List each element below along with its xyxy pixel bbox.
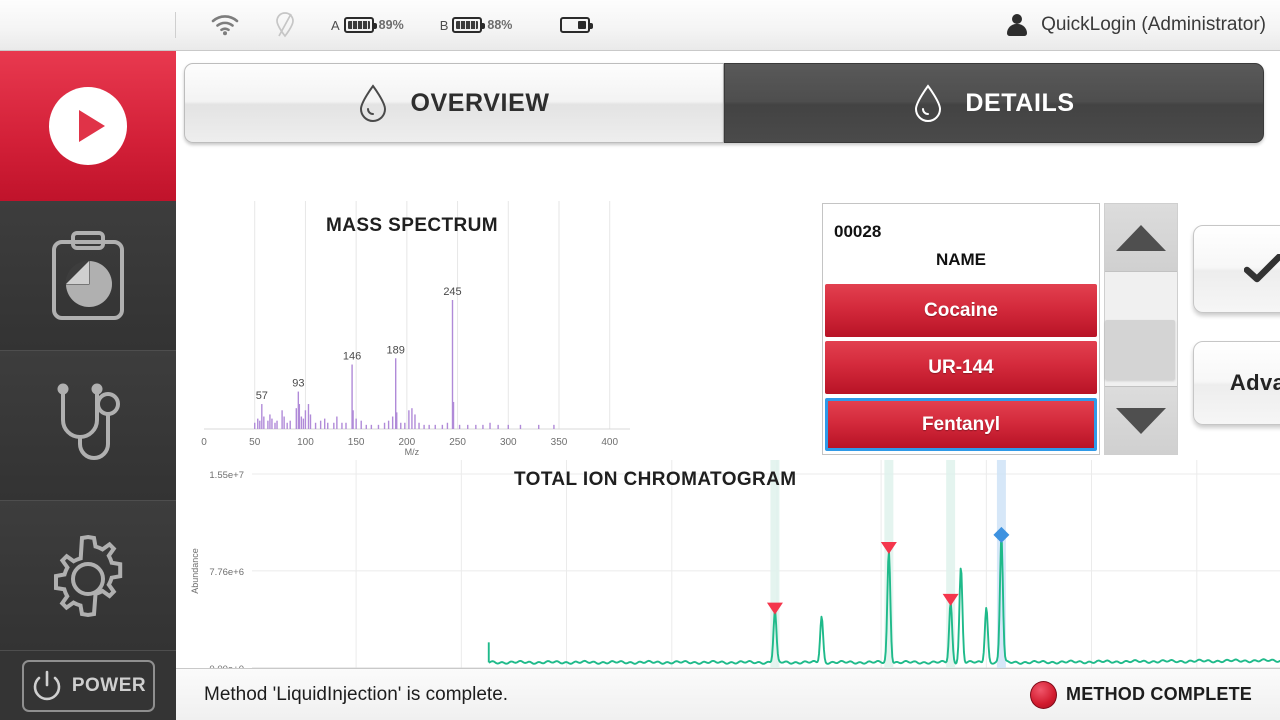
- compound-list-panel: 00028 NAME Cocaine UR-144 Fentanyl: [822, 203, 1100, 455]
- tab-overview[interactable]: OVERVIEW: [184, 63, 724, 143]
- wifi-icon: [211, 15, 239, 36]
- svg-text:150: 150: [348, 437, 365, 448]
- mass-spectrum-chart: MASS SPECTRUM 0 50 100 150 200 250 300 350 400 M/…: [184, 201, 640, 457]
- tab-bar: OVERVIEW DETAILS: [184, 63, 1264, 143]
- gear-icon: [54, 534, 123, 617]
- battery-icon: [560, 17, 594, 33]
- scrollbar-track[interactable]: [1105, 272, 1177, 386]
- sidebar-item-results[interactable]: [0, 201, 176, 351]
- svg-text:50: 50: [249, 437, 261, 448]
- power-icon: [33, 670, 61, 700]
- compound-row[interactable]: Fentanyl: [825, 398, 1097, 451]
- svg-text:57: 57: [256, 390, 268, 402]
- svg-text:0: 0: [201, 437, 207, 448]
- advanced-view-button[interactable]: Advanced View: [1193, 341, 1280, 425]
- svg-text:300: 300: [500, 437, 517, 448]
- location-status: [275, 12, 295, 38]
- svg-text:93: 93: [292, 378, 304, 390]
- svg-text:189: 189: [387, 344, 405, 356]
- svg-text:250: 250: [449, 437, 466, 448]
- compound-row[interactable]: Cocaine: [825, 284, 1097, 337]
- battery-a-letter: A: [331, 17, 340, 33]
- mass-spectrum-plot: 0 50 100 150 200 250 300 350 400M/z5793146189245: [201, 201, 630, 457]
- sample-id: 00028: [834, 222, 882, 241]
- power-label: POWER: [71, 674, 147, 696]
- user-label: QuickLogin (Administrator): [1041, 14, 1266, 35]
- battery-b-status: B 88%: [439, 17, 513, 33]
- battery-a-status: A 89%: [331, 17, 404, 33]
- compound-name: Fentanyl: [921, 413, 1001, 435]
- mass-spectrum-title: MASS SPECTRUM: [326, 215, 498, 236]
- checkmark-icon: [1243, 254, 1280, 283]
- triangle-down-icon: [1116, 407, 1166, 434]
- svg-text:146: 146: [343, 351, 361, 363]
- svg-text:400: 400: [601, 437, 618, 448]
- sidebar-item-power[interactable]: POWER: [0, 651, 176, 720]
- compound-list-rows: Cocaine UR-144 Fentanyl: [823, 284, 1099, 453]
- battery-a-icon: [343, 17, 377, 33]
- compound-list-scrollbar[interactable]: [1104, 203, 1178, 455]
- sidebar-item-settings[interactable]: [0, 501, 176, 651]
- wifi-status: [211, 14, 239, 36]
- compound-name: Cocaine: [924, 299, 998, 321]
- sidebar-item-run[interactable]: [0, 51, 176, 201]
- left-sidebar: POWER: [0, 51, 176, 720]
- droplet-icon: [915, 84, 942, 122]
- tab-overview-label: OVERVIEW: [410, 88, 550, 117]
- location-pin-icon: [276, 12, 294, 38]
- status-badge: METHOD COMPLETE: [1066, 684, 1252, 704]
- svg-text:M/z: M/z: [405, 447, 420, 456]
- stethoscope-icon: [57, 383, 120, 460]
- triangle-up-icon: [1116, 224, 1166, 251]
- battery-b-percent: 88%: [487, 18, 513, 32]
- battery-b-letter: B: [439, 17, 449, 33]
- battery-a-percent: 89%: [378, 18, 404, 32]
- method-status: METHOD COMPLETE: [1030, 680, 1252, 709]
- external-battery-status: [560, 17, 594, 33]
- main-content: OVERVIEW DETAILS MASS SPECTRUM 0 50 100 150…: [176, 51, 1280, 720]
- svg-text:100: 100: [297, 437, 314, 448]
- back-button[interactable]: BACK: [1193, 225, 1280, 313]
- svg-text:7.76e+6: 7.76e+6: [209, 567, 244, 578]
- advanced-view-label: Advanced View: [1229, 370, 1280, 395]
- user-icon: [1007, 14, 1028, 36]
- svg-text:350: 350: [551, 437, 568, 448]
- tab-details[interactable]: DETAILS: [724, 63, 1264, 143]
- compound-list-header: NAME: [935, 250, 987, 269]
- compound-name: UR-144: [928, 356, 994, 378]
- clipboard-pie-chart-icon: [52, 230, 124, 320]
- scrollbar-thumb[interactable]: [1105, 320, 1175, 380]
- battery-b-icon: [452, 17, 486, 33]
- bottom-status-bar: Method 'LiquidInjection' is complete. ME…: [176, 668, 1280, 720]
- play-icon: [49, 87, 127, 165]
- user-status[interactable]: QuickLogin (Administrator): [1007, 14, 1280, 36]
- status-message: Method 'LiquidInjection' is complete.: [204, 683, 509, 705]
- sidebar-item-diagnostics[interactable]: [0, 351, 176, 501]
- svg-text:245: 245: [443, 286, 461, 298]
- status-indicator-icon: [1030, 680, 1057, 709]
- status-divider: [175, 12, 176, 38]
- svg-text:1.55e+7: 1.55e+7: [209, 470, 244, 481]
- droplet-icon: [360, 84, 387, 122]
- top-status-bar: A 89% B 88% QuickLogin (Administrator): [0, 0, 1280, 51]
- tic-title: TOTAL ION CHROMATOGRAM: [514, 469, 797, 490]
- tab-details-label: DETAILS: [965, 88, 1075, 117]
- scroll-up-button[interactable]: [1105, 204, 1177, 272]
- compound-row[interactable]: UR-144: [825, 341, 1097, 394]
- scroll-down-button[interactable]: [1105, 386, 1177, 454]
- svg-text:Abundance: Abundance: [190, 548, 200, 594]
